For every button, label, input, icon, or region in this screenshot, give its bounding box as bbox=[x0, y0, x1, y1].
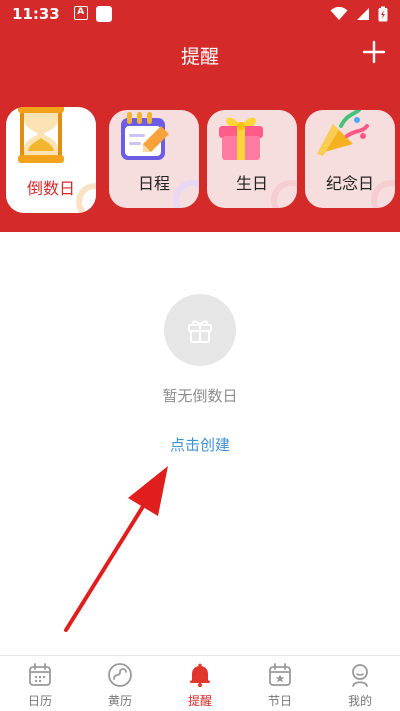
status-time: 11:33 bbox=[12, 5, 60, 23]
yin-yang-icon bbox=[108, 663, 132, 687]
wifi-icon bbox=[330, 7, 348, 20]
notification-square-icon bbox=[95, 6, 112, 22]
bell-icon bbox=[190, 663, 210, 687]
nav-label: 我的 bbox=[347, 694, 372, 708]
category-tabs: 倒数日 日程 生日 纪念日 bbox=[0, 80, 400, 312]
nav-label: 节日 bbox=[267, 694, 292, 708]
plus-icon bbox=[362, 40, 386, 64]
calendar-pen-icon bbox=[121, 112, 169, 160]
nav-item-reminder[interactable]: 提醒 bbox=[160, 656, 240, 711]
calendar-icon bbox=[29, 663, 51, 686]
party-horn-icon bbox=[317, 110, 369, 156]
app-notification-icon: A bbox=[73, 6, 88, 20]
tab-label: 倒数日 bbox=[26, 179, 75, 198]
nav-label: 日历 bbox=[27, 694, 52, 708]
nav-item-almanac[interactable]: 黄历 bbox=[80, 656, 160, 711]
add-button[interactable] bbox=[362, 40, 386, 64]
signal-icon bbox=[357, 8, 369, 20]
tab-label: 日程 bbox=[137, 174, 170, 193]
hourglass-icon bbox=[18, 107, 64, 163]
tab-birthday[interactable]: 生日 bbox=[207, 110, 297, 208]
tab-anniversary[interactable]: 纪念日 bbox=[305, 110, 395, 208]
empty-state-icon-circle bbox=[164, 294, 236, 366]
gift-outline-icon bbox=[188, 320, 212, 343]
nav-label: 提醒 bbox=[187, 694, 212, 708]
profile-icon bbox=[352, 664, 368, 687]
header: 提醒 bbox=[0, 28, 400, 80]
tab-schedule[interactable]: 日程 bbox=[109, 110, 199, 208]
tab-label: 纪念日 bbox=[325, 174, 374, 193]
create-link[interactable]: 点击创建 bbox=[150, 434, 250, 455]
page-title: 提醒 bbox=[180, 46, 219, 68]
empty-state-message: 暂无倒数日 bbox=[162, 387, 238, 405]
nav-item-profile[interactable]: 我的 bbox=[320, 656, 400, 711]
status-bar: 11:33 A bbox=[0, 0, 400, 28]
nav-item-calendar[interactable]: 日历 bbox=[0, 656, 80, 711]
battery-charging-icon bbox=[378, 6, 388, 22]
festival-calendar-icon bbox=[269, 663, 291, 686]
nav-item-festival[interactable]: 节日 bbox=[240, 656, 320, 711]
gift-icon bbox=[219, 117, 263, 160]
active-tab-pointer bbox=[41, 302, 61, 312]
bottom-nav: 日历 黄历 提醒 节日 我的 bbox=[0, 655, 400, 711]
tab-label: 生日 bbox=[235, 174, 268, 193]
nav-label: 黄历 bbox=[107, 694, 132, 708]
tab-countdown[interactable]: 倒数日 bbox=[6, 107, 96, 213]
